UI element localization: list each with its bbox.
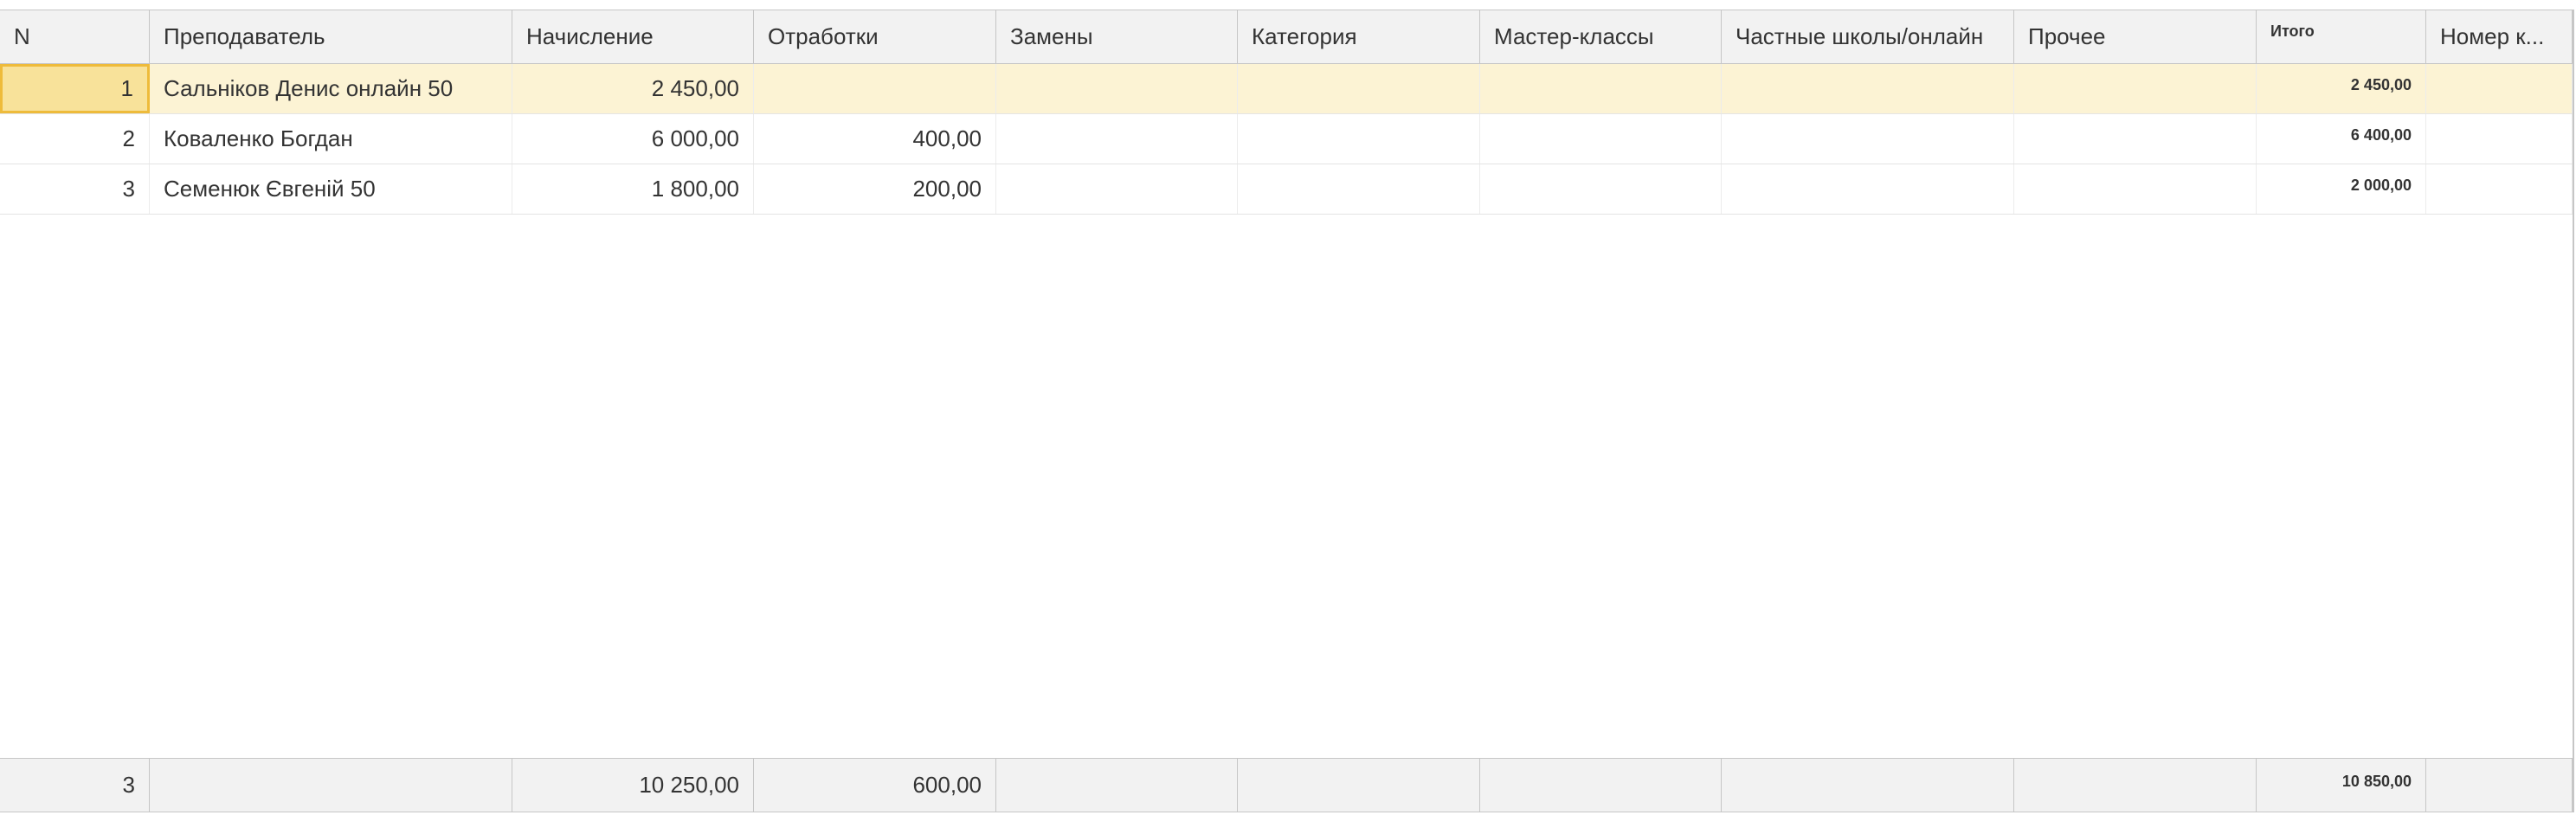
substitutions-cell[interactable] <box>996 164 1238 214</box>
column-header-total[interactable]: Итого <box>2257 10 2426 63</box>
footer-masterclasses-total <box>1480 759 1722 812</box>
private-schools-cell[interactable] <box>1722 64 2014 113</box>
substitutions-cell[interactable] <box>996 114 1238 164</box>
teacher-payroll-table: N Преподаватель Начисление Отработки Зам… <box>0 10 2574 812</box>
column-header-accrual[interactable]: Начисление <box>512 10 754 63</box>
total-cell[interactable]: 2 450,00 <box>2257 64 2426 113</box>
other-cell[interactable] <box>2014 114 2257 164</box>
footer-substitutions-total <box>996 759 1238 812</box>
accrual-cell[interactable]: 6 000,00 <box>512 114 754 164</box>
category-cell[interactable] <box>1238 164 1480 214</box>
private-schools-cell[interactable] <box>1722 164 2014 214</box>
total-cell[interactable]: 2 000,00 <box>2257 164 2426 214</box>
column-header-masterclasses[interactable]: Мастер-классы <box>1480 10 1722 63</box>
number-cell[interactable] <box>2426 114 2573 164</box>
substitutions-cell[interactable] <box>996 64 1238 113</box>
column-header-workoffs[interactable]: Отработки <box>754 10 996 63</box>
table-row[interactable]: 1 Сальніков Денис онлайн 50 2 450,00 2 4… <box>0 64 2573 114</box>
masterclasses-cell[interactable] <box>1480 114 1722 164</box>
row-number-cell[interactable]: 2 <box>0 114 150 164</box>
table-empty-area[interactable] <box>0 215 2573 758</box>
column-header-other[interactable]: Прочее <box>2014 10 2257 63</box>
table-row[interactable]: 2 Коваленко Богдан 6 000,00 400,00 6 400… <box>0 114 2573 164</box>
table-row[interactable]: 3 Семенюк Євгеній 50 1 800,00 200,00 2 0… <box>0 164 2573 215</box>
workoffs-cell[interactable] <box>754 64 996 113</box>
number-cell[interactable] <box>2426 164 2573 214</box>
column-header-teacher[interactable]: Преподаватель <box>150 10 512 63</box>
accrual-cell[interactable]: 2 450,00 <box>512 64 754 113</box>
footer-private-schools-total <box>1722 759 2014 812</box>
footer-category <box>1238 759 1480 812</box>
column-header-number[interactable]: Номер к... <box>2426 10 2573 63</box>
footer-grand-total: 10 850,00 <box>2257 759 2426 812</box>
accrual-cell[interactable]: 1 800,00 <box>512 164 754 214</box>
column-header-substitutions[interactable]: Замены <box>996 10 1238 63</box>
other-cell[interactable] <box>2014 64 2257 113</box>
category-cell[interactable] <box>1238 64 1480 113</box>
workoffs-cell[interactable]: 200,00 <box>754 164 996 214</box>
footer-accrual-total: 10 250,00 <box>512 759 754 812</box>
private-schools-cell[interactable] <box>1722 114 2014 164</box>
total-cell[interactable]: 6 400,00 <box>2257 114 2426 164</box>
workoffs-cell[interactable]: 400,00 <box>754 114 996 164</box>
footer-workoffs-total: 600,00 <box>754 759 996 812</box>
teacher-cell[interactable]: Сальніков Денис онлайн 50 <box>150 64 512 113</box>
other-cell[interactable] <box>2014 164 2257 214</box>
teacher-cell[interactable]: Семенюк Євгеній 50 <box>150 164 512 214</box>
column-header-n[interactable]: N <box>0 10 150 63</box>
teacher-cell[interactable]: Коваленко Богдан <box>150 114 512 164</box>
column-header-private-schools[interactable]: Частные школы/онлайн <box>1722 10 2014 63</box>
table-header: N Преподаватель Начисление Отработки Зам… <box>0 10 2573 64</box>
number-cell[interactable] <box>2426 64 2573 113</box>
footer-other-total <box>2014 759 2257 812</box>
row-number-cell[interactable]: 3 <box>0 164 150 214</box>
footer-number <box>2426 759 2573 812</box>
row-number-cell[interactable]: 1 <box>0 64 150 113</box>
footer-count: 3 <box>0 759 150 812</box>
category-cell[interactable] <box>1238 114 1480 164</box>
masterclasses-cell[interactable] <box>1480 64 1722 113</box>
footer-teacher <box>150 759 512 812</box>
masterclasses-cell[interactable] <box>1480 164 1722 214</box>
table-footer-totals: 3 10 250,00 600,00 10 850,00 <box>0 758 2573 812</box>
column-header-category[interactable]: Категория <box>1238 10 1480 63</box>
